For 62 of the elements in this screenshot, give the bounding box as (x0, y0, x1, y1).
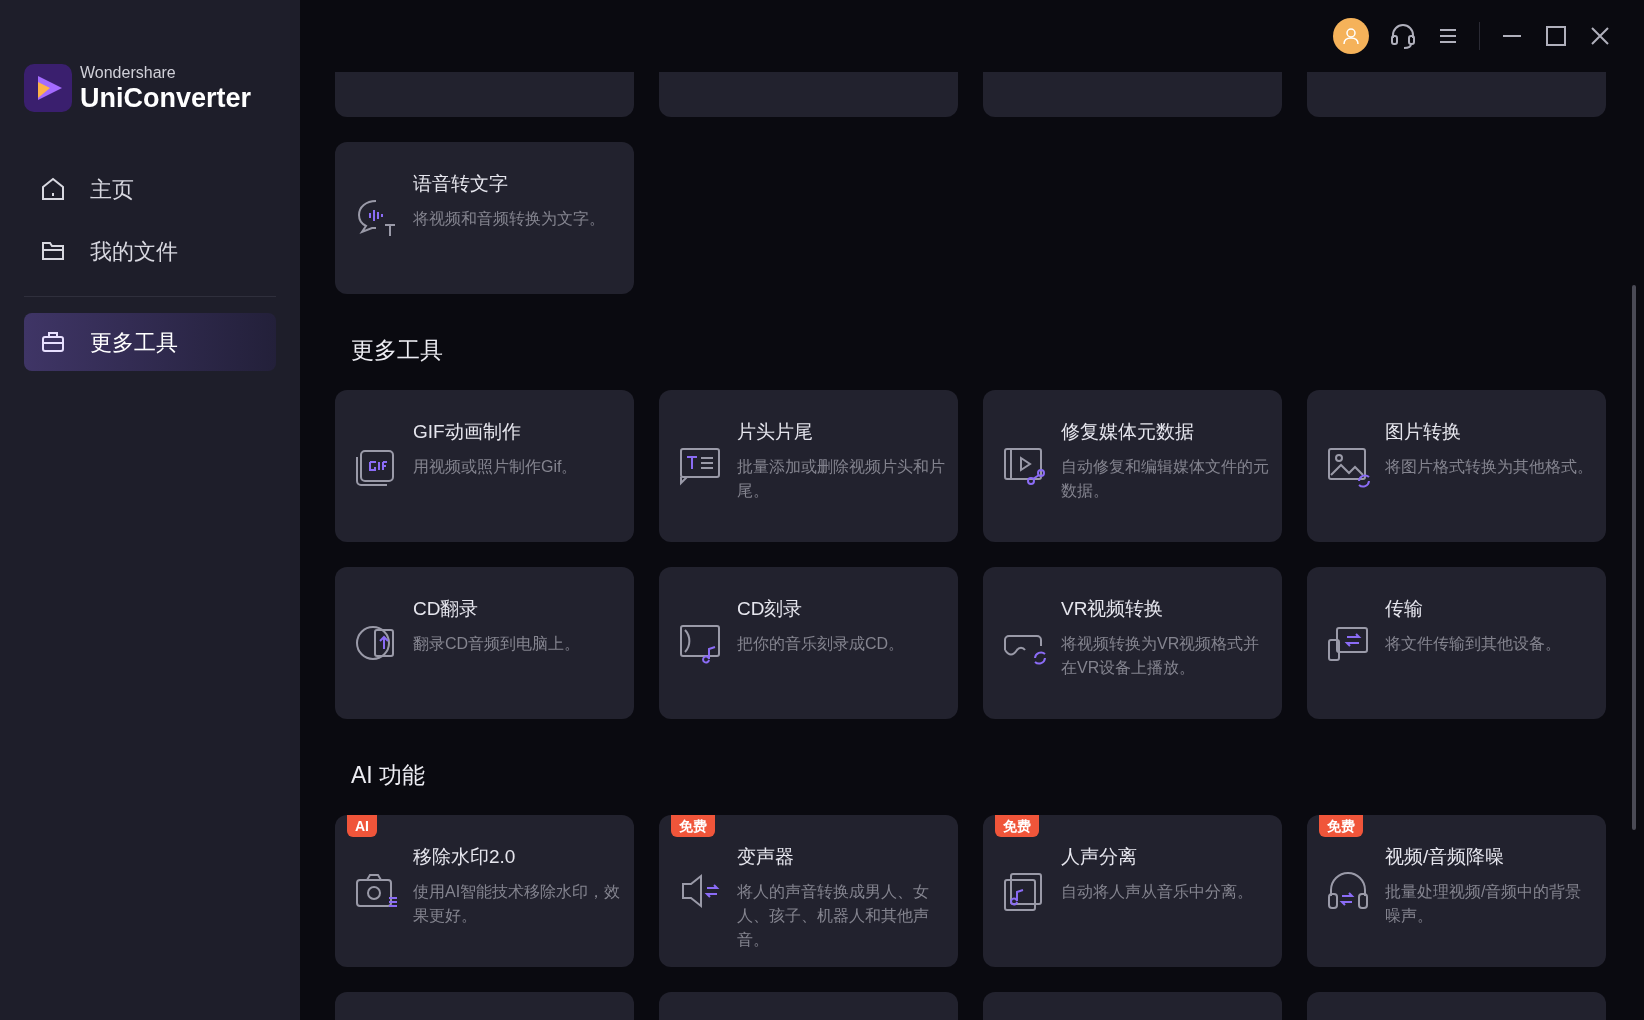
tool-card[interactable] (983, 72, 1282, 117)
card-title: 片头片尾 (737, 420, 814, 444)
tool-card[interactable]: 免费 人声分离 自动将人声从音乐中分离。 (983, 815, 1282, 967)
tool-card[interactable]: 免费 视频/音频降噪 批量处理视频/音频中的背景噪声。 (1307, 815, 1606, 967)
tool-card[interactable] (335, 72, 634, 117)
tool-card[interactable]: GIF动画制作 用视频或照片制作Gif。 (335, 390, 634, 542)
app-logo-icon (24, 64, 72, 112)
card-description: 用视频或照片制作Gif。 (413, 456, 578, 477)
card-description: 使用AI智能技术移除水印，效果更好。 (413, 881, 622, 926)
card-description: 将视频转换为VR视频格式并在VR设备上播放。 (1061, 633, 1261, 678)
tool-card[interactable]: 片头片尾 批量添加或删除视频片头和片尾。 (659, 390, 958, 542)
card-title: GIF动画制作 (413, 420, 522, 444)
card-title: 变声器 (737, 845, 795, 869)
tool-card[interactable] (1307, 72, 1606, 117)
card-description: 批量添加或删除视频片头和片尾。 (737, 456, 946, 501)
tool-card[interactable]: 免费 变声器 将人的声音转换成男人、女人、孩子、机器人和其他声音。 (659, 815, 958, 967)
card-title: 传输 (1385, 597, 1424, 621)
card-description: 把你的音乐刻录成CD。 (737, 633, 905, 654)
tool-card[interactable]: VR视频转换 将视频转换为VR视频格式并在VR设备上播放。 (983, 567, 1282, 719)
section-heading: AI 功能 (350, 760, 427, 790)
card-title: CD翻录 (413, 597, 480, 621)
sidebar-item[interactable]: 主页 (24, 160, 276, 218)
card-description: 将图片格式转换为其他格式。 (1385, 456, 1593, 477)
card-description: 自动修复和编辑媒体文件的元数据。 (1061, 456, 1270, 501)
card-description: 批量处理视频/音频中的背景噪声。 (1385, 881, 1583, 926)
brand-name: UniConverter (80, 84, 252, 112)
card-description: 翻录CD音频到电脑上。 (413, 633, 581, 654)
card-title: 移除水印2.0 (413, 845, 517, 869)
tool-card[interactable]: 语音转文字 将视频和音频转换为文字。 (335, 142, 634, 294)
card-title: 视频/音频降噪 (1385, 845, 1506, 869)
badge: 免费 (995, 815, 1039, 837)
avatar-button[interactable] (1333, 18, 1369, 54)
sidebar-item[interactable]: 我的文件 (24, 222, 276, 280)
tool-card[interactable]: 修复媒体元数据 自动修复和编辑媒体文件的元数据。 (983, 390, 1282, 542)
card-description: 将文件传输到其他设备。 (1385, 633, 1561, 654)
maximize-icon[interactable] (1544, 24, 1568, 48)
scrollbar[interactable] (1632, 285, 1636, 830)
brand-subtitle: Wondershare (80, 64, 177, 81)
card-title: 语音转文字 (413, 172, 509, 196)
card-title: 人声分离 (1061, 845, 1138, 869)
tool-card[interactable]: 图片转换 将图片格式转换为其他格式。 (1307, 390, 1606, 542)
card-description: 将人的声音转换成男人、女人、孩子、机器人和其他声音。 (737, 881, 930, 950)
tool-card[interactable]: AI 移除水印2.0 使用AI智能技术移除水印，效果更好。 (335, 815, 634, 967)
tool-card[interactable]: 传输 将文件传输到其他设备。 (1307, 567, 1606, 719)
badge: AI (347, 815, 377, 837)
tool-card[interactable]: CD翻录 翻录CD音频到电脑上。 (335, 567, 634, 719)
badge: 免费 (1319, 815, 1363, 837)
card-title: VR视频转换 (1061, 597, 1165, 621)
card-title: 图片转换 (1385, 420, 1462, 444)
card-title: 修复媒体元数据 (1061, 420, 1195, 444)
card-title: CD刻录 (737, 597, 804, 621)
card-description: 将视频和音频转换为文字。 (413, 208, 605, 229)
section-heading: 更多工具 (350, 335, 444, 365)
sidebar-item[interactable]: 更多工具 (24, 313, 276, 371)
headset-icon[interactable] (1389, 22, 1417, 50)
badge: 免费 (671, 815, 715, 837)
tool-card[interactable] (659, 72, 958, 117)
tool-card[interactable]: CD刻录 把你的音乐刻录成CD。 (659, 567, 958, 719)
user-icon (1342, 27, 1360, 45)
toolbox-icon (40, 329, 66, 355)
home-icon (40, 176, 66, 202)
card-description: 自动将人声从音乐中分离。 (1061, 881, 1253, 902)
